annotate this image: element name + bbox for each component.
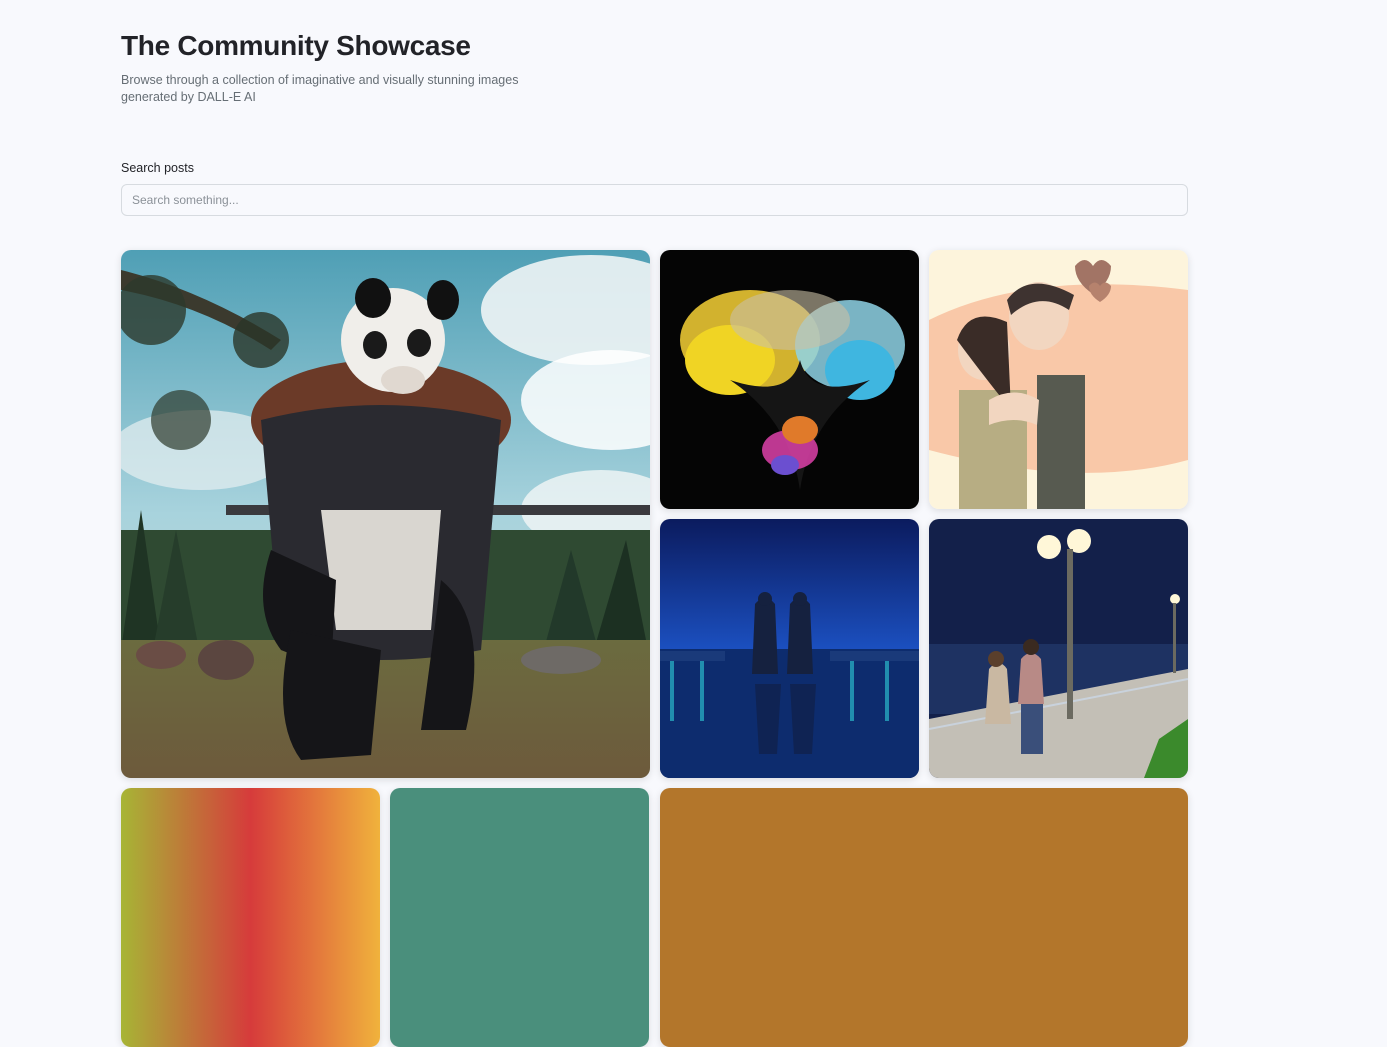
- cartoon-couple-image: [929, 250, 1188, 509]
- post-card-bottom-1[interactable]: [121, 788, 380, 1047]
- post-card-night-promenade[interactable]: [929, 519, 1188, 778]
- post-card-panda[interactable]: [121, 250, 650, 778]
- panda-warrior-image: [121, 250, 650, 778]
- gradient-image-3: [660, 788, 1188, 1047]
- night-promenade-image: [929, 519, 1188, 778]
- post-card-color-heart[interactable]: [660, 250, 919, 509]
- page-subtitle: Browse through a collection of imaginati…: [121, 73, 519, 104]
- post-card-bottom-2[interactable]: [390, 788, 649, 1047]
- color-heart-image: [660, 250, 919, 509]
- page-title: The Community Showcase: [121, 30, 471, 61]
- post-card-cartoon-couple[interactable]: [929, 250, 1188, 509]
- blue-pier-image: [660, 519, 919, 778]
- search-input[interactable]: [121, 184, 1188, 216]
- post-card-bottom-3[interactable]: [660, 788, 1188, 1047]
- search-label: Search posts: [121, 161, 194, 175]
- gradient-image-2: [390, 788, 649, 1047]
- post-card-blue-pier[interactable]: [660, 519, 919, 778]
- gradient-image-1: [121, 788, 380, 1047]
